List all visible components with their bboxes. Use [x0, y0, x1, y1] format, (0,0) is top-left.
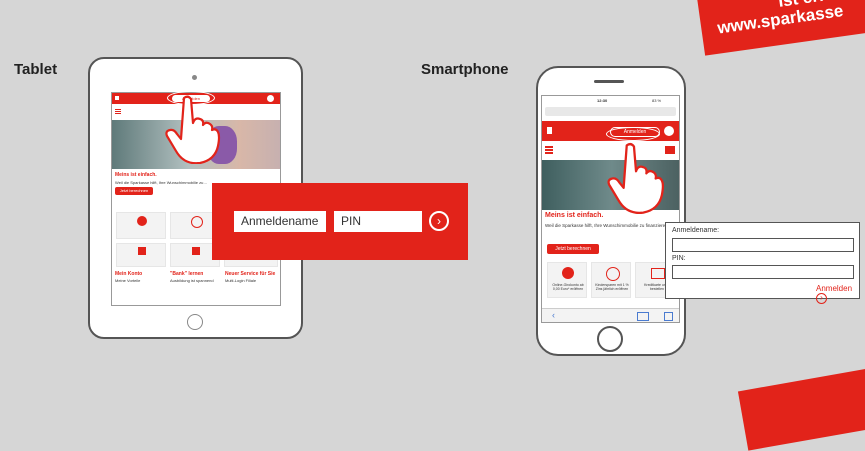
bookmarks-icon[interactable] — [637, 312, 649, 321]
news-title[interactable]: Mein Konto — [115, 271, 142, 277]
phone-headline: Meins ist einfach. — [545, 212, 604, 219]
highlight-ellipse — [606, 127, 660, 141]
phone-subline: Weil die Sparkasse hilft, Ihre Wunschimm… — [545, 223, 669, 228]
pin-label: PIN: — [672, 255, 686, 262]
pin-input[interactable]: PIN — [334, 211, 422, 232]
tablet-camera — [192, 75, 197, 80]
piggy-icon — [562, 267, 574, 279]
tablet-home-button[interactable] — [187, 314, 203, 330]
login-submit-label: Anmelden — [816, 284, 853, 293]
news-sub: Ausbildung ist spannend — [170, 278, 214, 283]
phone-tile[interactable]: Kindersparen mit 1 % Zins jährlich eröff… — [591, 262, 631, 298]
browser-toolbar — [542, 308, 679, 322]
sparkasse-logo-icon — [547, 127, 552, 134]
pointing-hand-icon — [165, 95, 221, 164]
login-submit-button[interactable]: Anmelden › — [816, 284, 859, 304]
phone-tile[interactable]: Online-Girokonto ab 0,00 Euro* eröffnen — [547, 262, 587, 298]
news-title[interactable]: "Bank" lernen — [170, 271, 203, 277]
tablet-label: Tablet — [14, 61, 58, 78]
corner-decoration — [737, 365, 865, 451]
tablet-tile[interactable] — [116, 243, 166, 267]
insurance-icon — [192, 247, 200, 255]
savings-icon — [191, 216, 203, 228]
chat-icon[interactable] — [665, 146, 675, 154]
phone-speaker — [594, 80, 624, 83]
tablet-login-callout: Anmeldename PIN › — [212, 183, 468, 260]
back-icon[interactable]: ‹ — [552, 310, 555, 320]
address-bar[interactable] — [545, 107, 676, 116]
username-label: Anmeldename: — [672, 227, 720, 234]
tabs-icon[interactable] — [664, 312, 673, 321]
search-icon[interactable] — [664, 126, 674, 136]
status-time: 12:30 — [597, 98, 608, 103]
umbrella-icon — [138, 247, 146, 255]
phone-login-form: Anmeldename: PIN: Anmelden › — [665, 222, 860, 304]
tablet-tile[interactable] — [116, 212, 166, 239]
pointing-hand-icon — [607, 143, 665, 215]
url-banner: Ist erreic www.sparkasse — [696, 0, 865, 56]
tablet-cta-button[interactable]: Jetzt berechnen — [115, 187, 153, 195]
username-input[interactable]: Anmeldename — [234, 211, 326, 232]
menu-icon[interactable] — [545, 146, 553, 148]
card-icon — [651, 268, 665, 279]
sparkasse-logo-icon — [115, 96, 119, 100]
username-field[interactable] — [672, 238, 854, 252]
status-battery: 83 % — [652, 98, 662, 103]
news-title[interactable]: Neuer Service für Sie — [225, 271, 275, 277]
piggy-icon — [137, 216, 147, 226]
pin-field[interactable] — [672, 265, 854, 279]
news-sub: Meine Vorteile — [115, 278, 141, 283]
phone-cta-button[interactable]: Jetzt berechnen — [547, 244, 599, 254]
phone-home-button[interactable] — [597, 326, 623, 352]
smartphone-label: Smartphone — [421, 61, 509, 78]
savings-icon — [606, 267, 620, 281]
news-sub: Multi-Login Filiale — [225, 278, 257, 283]
tile-label: Online-Girokonto ab 0,00 Euro* eröffnen — [552, 283, 584, 291]
login-arrow-icon[interactable]: › — [429, 211, 449, 231]
tablet-headline: Meins ist einfach. — [115, 172, 157, 178]
menu-icon[interactable] — [115, 109, 121, 110]
login-arrow-icon: › — [816, 293, 827, 304]
tile-label: Kindersparen mit 1 % Zins jährlich eröff… — [595, 283, 629, 291]
search-icon[interactable] — [267, 95, 274, 102]
